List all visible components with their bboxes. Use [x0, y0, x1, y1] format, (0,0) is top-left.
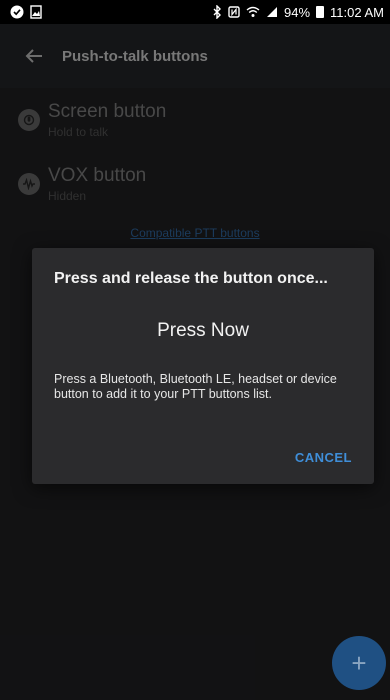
wifi-icon [246, 6, 260, 17]
battery-percent: 94% [284, 4, 311, 20]
dialog-press-now: Press Now [157, 320, 249, 341]
status-left [10, 5, 42, 19]
check-circle-icon [10, 5, 24, 19]
add-button-dialog: Press and release the button once... Pre… [32, 248, 374, 484]
bluetooth-icon [213, 5, 221, 19]
status-bar: 94% 11:02 AM [0, 0, 390, 24]
photo-icon [30, 5, 42, 19]
plus-icon: + [351, 647, 367, 678]
status-right: 94% 11:02 AM [212, 5, 384, 20]
battery-icon [316, 6, 325, 18]
dialog-description: Press a Bluetooth, Bluetooth LE, headset… [54, 372, 337, 401]
dialog-title: Press and release the button once... [54, 270, 328, 287]
nfc-icon [228, 6, 240, 18]
add-button-fab[interactable]: + [332, 636, 386, 690]
signal-icon [267, 7, 277, 17]
clock: 11:02 AM [330, 4, 384, 20]
cancel-button[interactable]: CANCEL [295, 450, 352, 465]
